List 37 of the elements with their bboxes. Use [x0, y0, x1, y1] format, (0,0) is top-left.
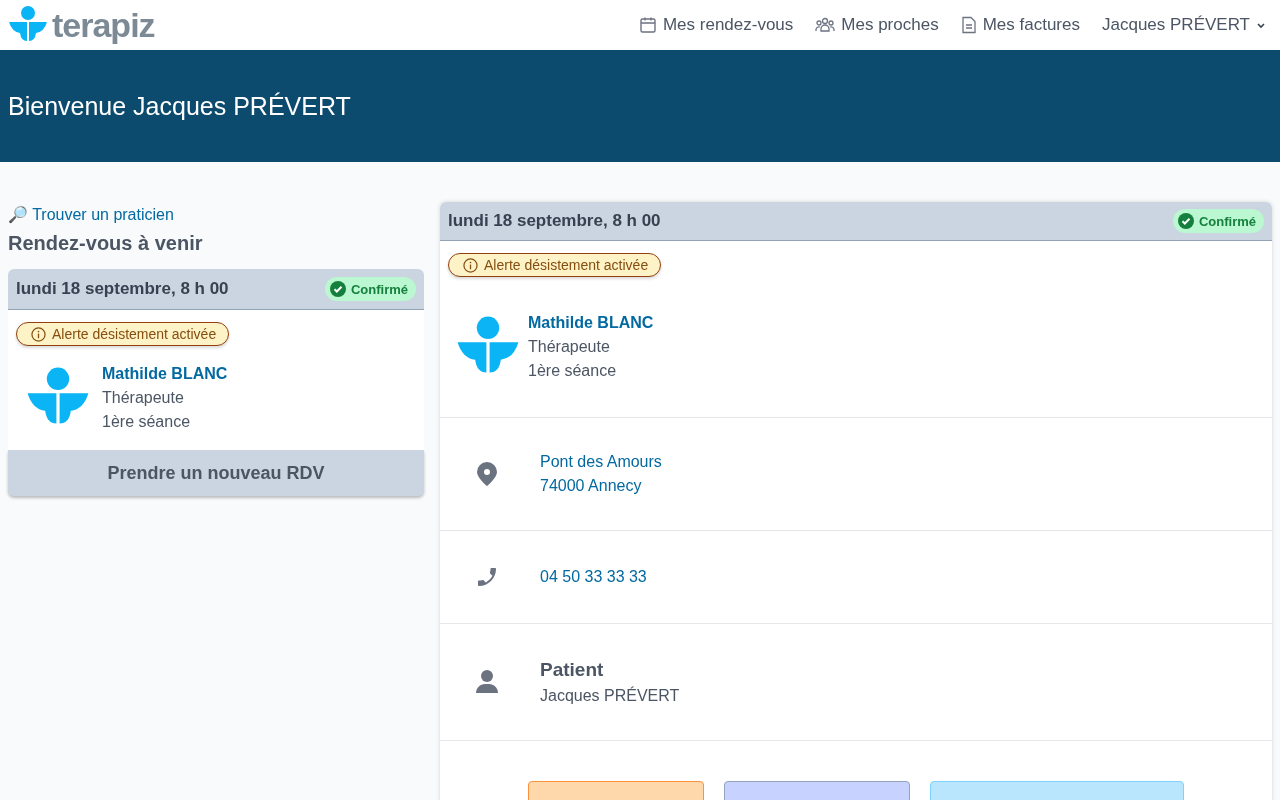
- address-link[interactable]: Pont des Amours: [540, 450, 662, 474]
- nav-link[interactable]: Mes proches: [815, 15, 939, 35]
- chevron-down-icon: [1256, 21, 1266, 29]
- new-appointment-button[interactable]: Prendre un nouveau RDV: [8, 450, 424, 496]
- alert-badge: Alerte désistement activée: [16, 322, 230, 346]
- practitioner-role: Thérapeute: [102, 388, 185, 408]
- person-icon: [475, 669, 499, 695]
- document-icon: [960, 16, 977, 34]
- find-practitioner-link[interactable]: 🔎 Trouver un praticien: [8, 205, 174, 224]
- practitioner-name[interactable]: Mathilde BLANC: [102, 362, 228, 386]
- user-menu[interactable]: Jacques PRÉVERT: [1101, 15, 1266, 35]
- appointment-card[interactable]: lundi 18 septembre, 8 h 00 Confirmé Alerte désistement activée Mathilde BLANC Thérapeute 1ère séance: [8, 269, 424, 450]
- info-icon: [463, 257, 478, 273]
- check-circle-icon: [1177, 213, 1194, 229]
- practitioner-name[interactable]: Mathilde BLANC: [528, 311, 654, 335]
- logo-wordmark: terapiz: [52, 5, 155, 45]
- nav-link[interactable]: Mes factures: [960, 15, 1080, 35]
- phone-link[interactable]: 04 50 33 33 33: [540, 568, 647, 586]
- session-type: 1ère séance: [528, 361, 618, 381]
- section-heading: Rendez-vous à venir: [8, 232, 204, 255]
- calendar-icon: [638, 16, 657, 34]
- welcome-title: Bienvenue Jacques PRÉVERT: [8, 91, 351, 121]
- session-type: 1ère séance: [102, 412, 192, 432]
- status-badge: Confirmé: [324, 277, 416, 301]
- patient-label: Patient: [540, 658, 605, 682]
- check-circle-icon: [329, 281, 346, 297]
- status-badge: Confirmé: [1172, 209, 1264, 233]
- patient-name: Jacques PRÉVERT: [540, 685, 680, 706]
- map-pin-icon: [475, 461, 499, 487]
- appointment-date: lundi 18 septembre, 8 h 00: [448, 211, 661, 231]
- people-icon: [815, 16, 836, 34]
- practitioner-role: Thérapeute: [528, 337, 611, 357]
- nav-link[interactable]: Mes rendez-vous: [638, 15, 794, 35]
- alert-badge: Alerte désistement activée: [448, 253, 662, 277]
- appointment-date: lundi 18 septembre, 8 h 00: [16, 279, 229, 299]
- info-icon: [31, 326, 46, 342]
- address-link[interactable]: 74000 Annecy: [540, 474, 662, 498]
